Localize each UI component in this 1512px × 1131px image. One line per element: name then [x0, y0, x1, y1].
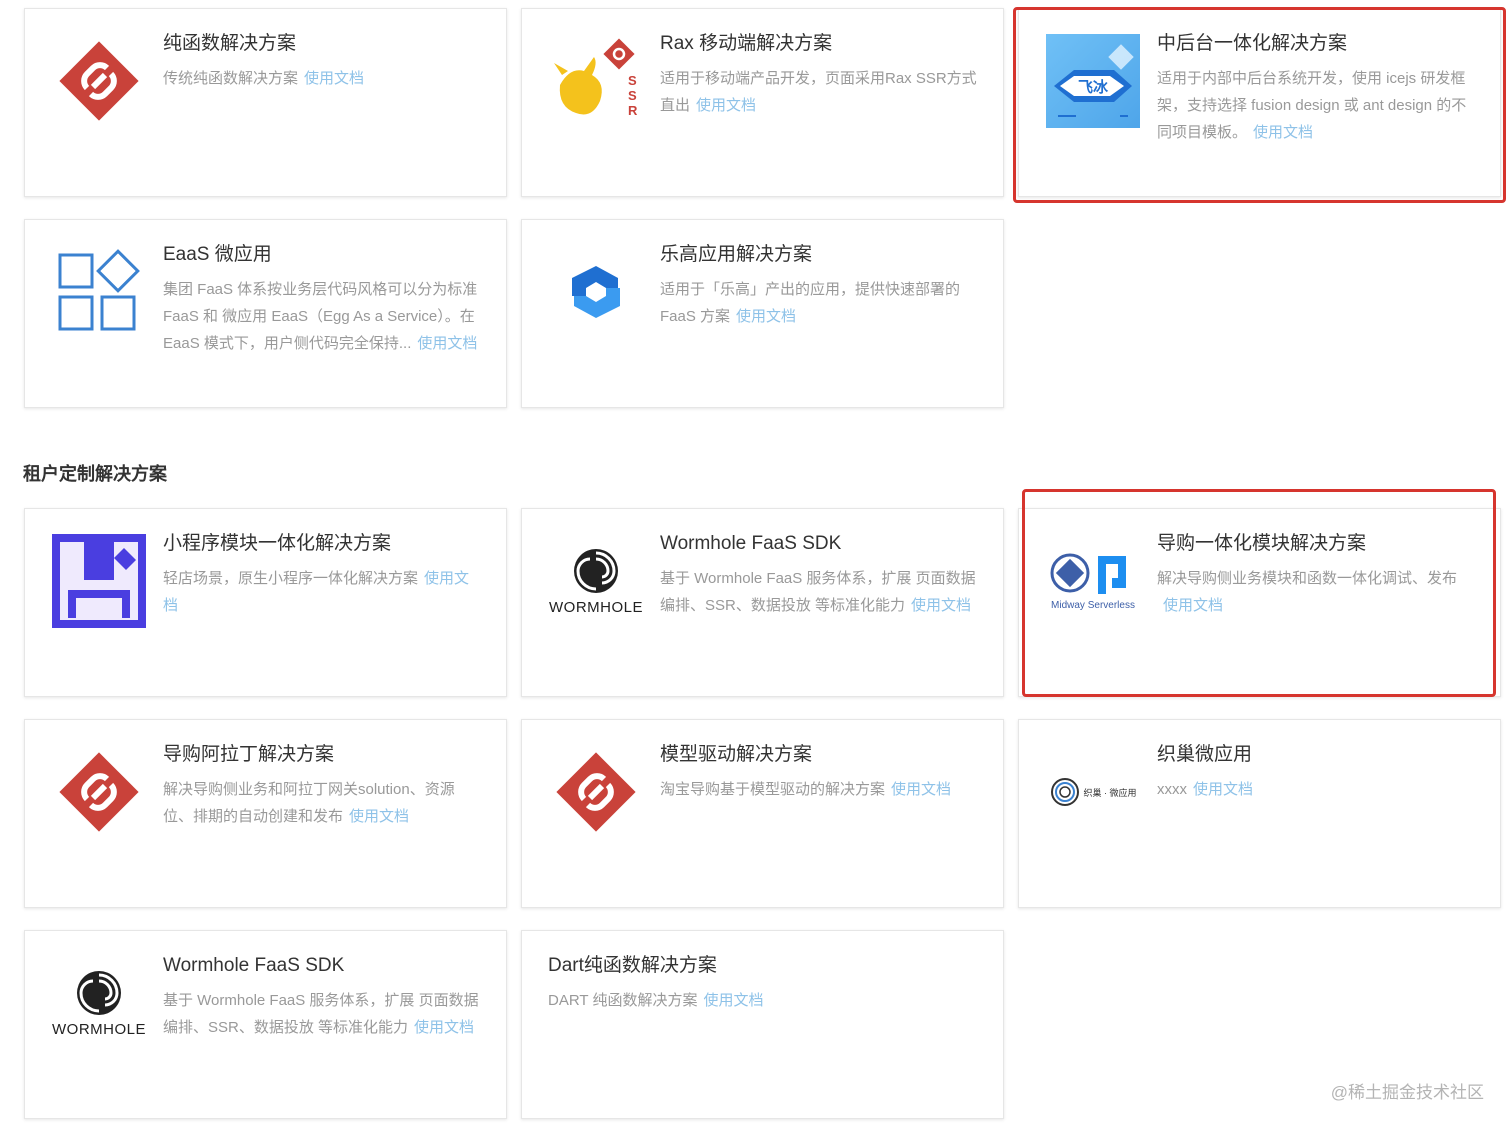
miniprogram-icon: [51, 533, 147, 629]
solution-card-shopping-module[interactable]: Midway Serverless 导购一体化模块解决方案 解决导购侧业务模块和…: [1018, 508, 1501, 697]
midway-logo-text: Midway Serverless: [1051, 599, 1135, 611]
card-title: 导购一体化模块解决方案: [1157, 533, 1367, 554]
rax-ssr-icon: S S R: [548, 33, 644, 129]
card-description: xxxx 使用文档: [1157, 781, 1254, 798]
solution-card-admin-integration[interactable]: 飞冰 中后台一体化解决方案 适用于内部中后台系统开发，使用 icejs 研发框架…: [1018, 8, 1501, 197]
doc-link[interactable]: 使用文档: [1163, 597, 1223, 614]
zhichao-logo-text: 织巢 · 微应用: [1083, 787, 1137, 798]
solution-card-model-driven[interactable]: 模型驱动解决方案 淘宝导购基于模型驱动的解决方案 使用文档: [521, 719, 1004, 908]
lego-icon: [548, 244, 644, 340]
solution-card-miniprogram[interactable]: 小程序模块一体化解决方案 轻店场景，原生小程序一体化解决方案 使用文档: [24, 508, 507, 697]
solution-card-dart[interactable]: Dart纯函数解决方案 DART 纯函数解决方案 使用文档: [521, 930, 1004, 1119]
doc-link[interactable]: 使用文档: [417, 335, 477, 352]
doc-link[interactable]: 使用文档: [349, 808, 409, 825]
card-description: 解决导购侧业务模块和函数一体化调试、发布使用文档: [1157, 570, 1458, 614]
card-description: 适用于内部中后台系统开发，使用 icejs 研发框架，支持选择 fusion d…: [1157, 70, 1467, 141]
doc-link[interactable]: 使用文档: [1193, 781, 1253, 798]
midway-icon: Midway Serverless: [1045, 533, 1141, 629]
ssr-text: S: [628, 73, 637, 88]
solution-card-wormhole[interactable]: WORMHOLE Wormhole FaaS SDK 基于 Wormhole F…: [521, 508, 1004, 697]
card-title: 织巢微应用: [1157, 744, 1253, 765]
wormhole-logo-text: WORMHOLE: [549, 598, 643, 616]
card-title: 中后台一体化解决方案: [1157, 33, 1348, 54]
solution-card-rax-mobile[interactable]: S S R Rax 移动端解决方案 适用于移动端产品开发，页面采用Rax SSR…: [521, 8, 1004, 197]
card-description: DART 纯函数解决方案 使用文档: [548, 992, 764, 1009]
card-title: Dart纯函数解决方案: [548, 955, 717, 976]
red-diamond-icon: [51, 744, 147, 840]
doc-link[interactable]: 使用文档: [736, 308, 796, 325]
card-title: Wormhole FaaS SDK: [163, 955, 345, 976]
svg-text:S: S: [628, 88, 637, 103]
wormhole-icon: WORMHOLE: [548, 533, 644, 629]
card-title: 小程序模块一体化解决方案: [163, 533, 392, 554]
solution-card-pure-function[interactable]: 纯函数解决方案 传统纯函数解决方案 使用文档: [24, 8, 507, 197]
red-diamond-icon: [51, 33, 147, 129]
wormhole-logo-text: WORMHOLE: [52, 1020, 146, 1038]
card-description: 适用于移动端产品开发，页面采用Rax SSR方式直出 使用文档: [660, 70, 977, 114]
doc-link[interactable]: 使用文档: [911, 597, 971, 614]
section-title: 租户定制解决方案: [23, 464, 167, 484]
card-title: Rax 移动端解决方案: [660, 33, 833, 54]
card-description: 适用于「乐高」产出的应用，提供快速部署的 FaaS 方案 使用文档: [660, 281, 961, 325]
svg-text:R: R: [628, 103, 638, 118]
doc-link[interactable]: 使用文档: [414, 1019, 474, 1036]
solution-card-lego[interactable]: 乐高应用解决方案 适用于「乐高」产出的应用，提供快速部署的 FaaS 方案 使用文…: [521, 219, 1004, 408]
card-title: 模型驱动解决方案: [660, 744, 813, 765]
doc-link[interactable]: 使用文档: [1253, 124, 1313, 141]
doc-link[interactable]: 使用文档: [703, 992, 763, 1009]
card-description: 传统纯函数解决方案 使用文档: [163, 70, 365, 87]
card-description: 解决导购侧业务和阿拉丁网关solution、资源位、排期的自动创建和发布 使用文档: [163, 781, 455, 825]
doc-link[interactable]: 使用文档: [696, 97, 756, 114]
card-title: 纯函数解决方案: [163, 33, 297, 54]
solution-card-zhichao[interactable]: 织巢 · 微应用 织巢微应用 xxxx 使用文档: [1018, 719, 1501, 908]
doc-link[interactable]: 使用文档: [304, 70, 364, 87]
card-title: 导购阿拉丁解决方案: [163, 744, 335, 765]
card-title: EaaS 微应用: [163, 244, 272, 265]
feibing-icon: 飞冰: [1045, 33, 1141, 129]
doc-link[interactable]: 使用文档: [891, 781, 951, 798]
zhichao-icon: 织巢 · 微应用: [1045, 744, 1141, 840]
solution-card-aladdin[interactable]: 导购阿拉丁解决方案 解决导购侧业务和阿拉丁网关solution、资源位、排期的自…: [24, 719, 507, 908]
card-title: Wormhole FaaS SDK: [660, 533, 842, 554]
watermark: @稀土掘金技术社区: [1330, 1083, 1484, 1102]
card-description: 基于 Wormhole FaaS 服务体系，扩展 页面数据编排、SSR、数据投放…: [660, 570, 976, 614]
grid-icon: [51, 244, 147, 340]
solution-card-eaas[interactable]: EaaS 微应用 集团 FaaS 体系按业务层代码风格可以分为标准 FaaS 和…: [24, 219, 507, 408]
card-description: 集团 FaaS 体系按业务层代码风格可以分为标准 FaaS 和 微应用 EaaS…: [163, 281, 478, 352]
wormhole-icon: WORMHOLE: [51, 955, 147, 1051]
solution-card-wormhole-2[interactable]: WORMHOLE Wormhole FaaS SDK 基于 Wormhole F…: [24, 930, 507, 1119]
card-description: 基于 Wormhole FaaS 服务体系，扩展 页面数据编排、SSR、数据投放…: [163, 992, 479, 1036]
card-description: 轻店场景，原生小程序一体化解决方案 使用文档: [163, 570, 470, 614]
feibing-text: 飞冰: [1078, 78, 1109, 96]
card-description: 淘宝导购基于模型驱动的解决方案 使用文档: [660, 781, 952, 798]
card-title: 乐高应用解决方案: [660, 244, 813, 265]
red-diamond-icon: [548, 744, 644, 840]
